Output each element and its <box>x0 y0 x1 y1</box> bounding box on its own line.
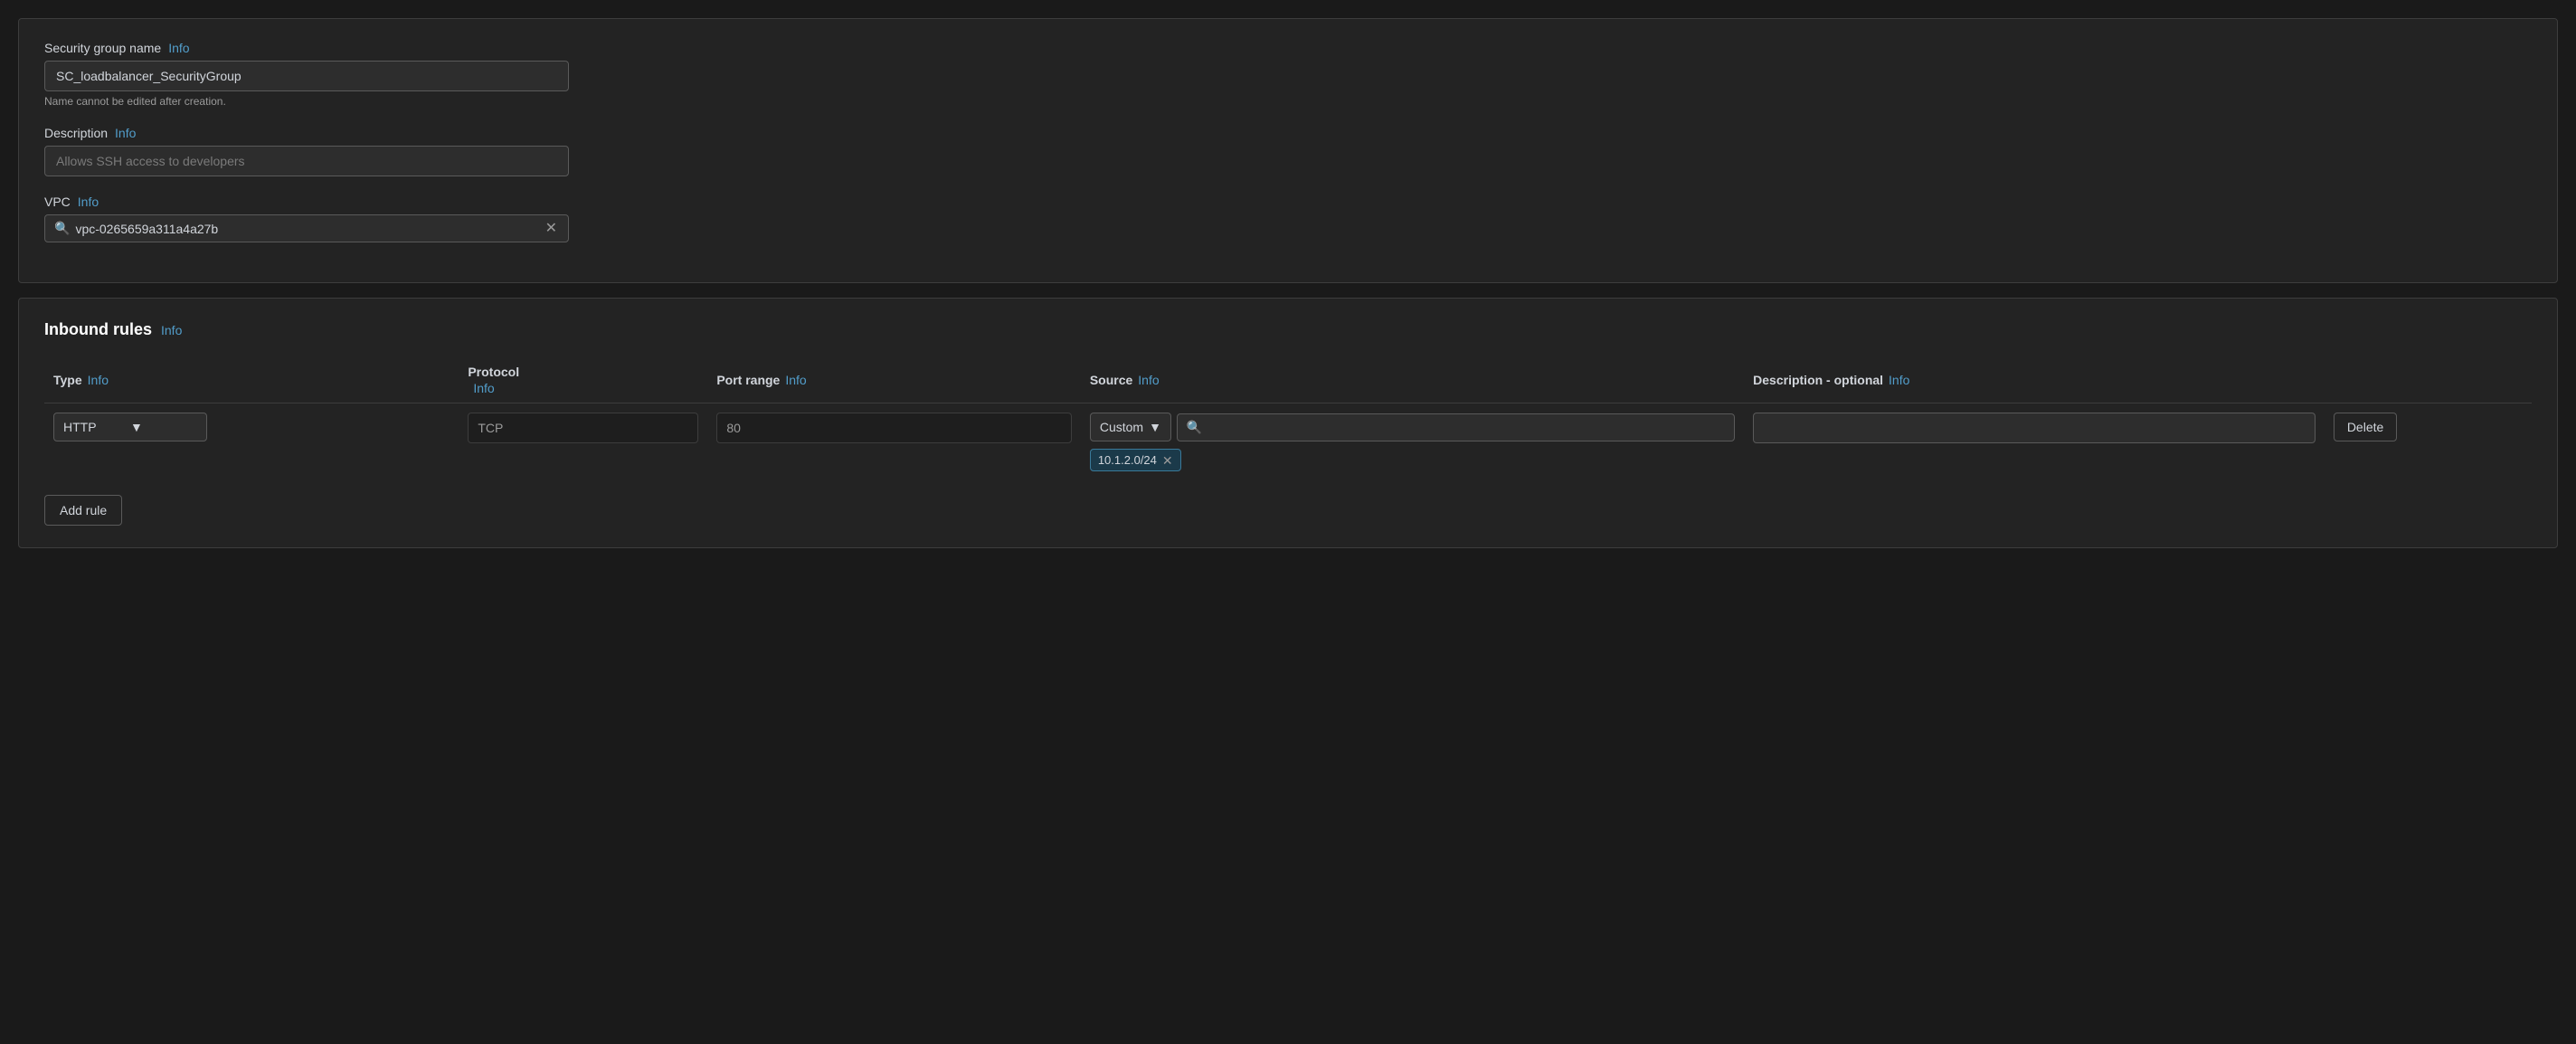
name-field-group: Security group name Info Name cannot be … <box>44 41 2532 108</box>
vpc-clear-button[interactable]: ✕ <box>544 222 559 236</box>
th-description-label: Description - optional <box>1753 373 1883 387</box>
th-protocol-info[interactable]: Info <box>473 381 698 395</box>
th-source-info[interactable]: Info <box>1138 373 1159 387</box>
th-description: Description - optional Info <box>1744 357 2325 403</box>
th-action <box>2325 357 2532 403</box>
cidr-tag-value: 10.1.2.0/24 <box>1098 453 1157 467</box>
th-type-label: Type <box>53 373 82 387</box>
vpc-label: VPC <box>44 195 71 209</box>
cidr-tag-row: 10.1.2.0/24 ✕ <box>1090 449 1735 471</box>
vpc-field-label: VPC Info <box>44 195 2532 209</box>
td-description <box>1744 403 2325 481</box>
delete-rule-button[interactable]: Delete <box>2334 413 2397 441</box>
security-group-name-info-link[interactable]: Info <box>168 41 189 55</box>
inbound-rules-title: Inbound rules Info <box>44 320 2532 339</box>
th-protocol-label: Protocol <box>468 365 698 379</box>
description-input[interactable] <box>44 146 569 176</box>
inbound-rules-title-text: Inbound rules <box>44 320 152 339</box>
th-type: Type Info <box>44 357 459 403</box>
vpc-search-input[interactable] <box>75 222 543 236</box>
security-group-name-label: Security group name <box>44 41 161 55</box>
vpc-search-icon: 🔍 <box>54 221 70 236</box>
inbound-rules-info-link[interactable]: Info <box>161 323 182 337</box>
description-info-link[interactable]: Info <box>115 126 136 140</box>
source-type-value: Custom <box>1100 420 1143 434</box>
port-range-value: 80 <box>716 413 1072 443</box>
td-type: HTTP ▼ <box>44 403 459 481</box>
source-top: Custom ▼ 🔍 <box>1090 413 1735 441</box>
table-header-row: Type Info Protocol Info Port range Info <box>44 357 2532 403</box>
th-protocol: Protocol Info <box>459 357 707 403</box>
vpc-input-wrapper: 🔍 ✕ <box>44 214 569 242</box>
type-value: HTTP <box>63 420 130 434</box>
source-dropdown-arrow: ▼ <box>1149 420 1161 434</box>
source-search-icon: 🔍 <box>1187 420 1202 435</box>
td-port-range: 80 <box>707 403 1081 481</box>
rule-description-input[interactable] <box>1753 413 2316 443</box>
security-group-section: Security group name Info Name cannot be … <box>18 18 2558 283</box>
security-group-name-input[interactable] <box>44 61 569 91</box>
td-delete: Delete <box>2325 403 2532 481</box>
inbound-rules-section: Inbound rules Info Type Info Protocol In… <box>18 298 2558 548</box>
th-description-info[interactable]: Info <box>1889 373 1909 387</box>
th-port-range-label: Port range <box>716 373 780 387</box>
name-field-label: Security group name Info <box>44 41 2532 55</box>
td-protocol: TCP <box>459 403 707 481</box>
source-search-wrapper: 🔍 <box>1177 413 1735 441</box>
description-field-label: Description Info <box>44 126 2532 140</box>
source-type-select[interactable]: Custom ▼ <box>1090 413 1171 441</box>
inbound-rules-table: Type Info Protocol Info Port range Info <box>44 357 2532 480</box>
th-source: Source Info <box>1081 357 1744 403</box>
cidr-tag: 10.1.2.0/24 ✕ <box>1090 449 1181 471</box>
name-hint-text: Name cannot be edited after creation. <box>44 95 2532 108</box>
protocol-value: TCP <box>468 413 698 443</box>
type-dropdown-arrow: ▼ <box>130 420 197 434</box>
th-source-label: Source <box>1090 373 1132 387</box>
th-port-range-info[interactable]: Info <box>785 373 806 387</box>
vpc-field-group: VPC Info 🔍 ✕ <box>44 195 2532 242</box>
source-search-input[interactable] <box>1206 420 1725 434</box>
th-type-info[interactable]: Info <box>88 373 109 387</box>
cidr-tag-remove-button[interactable]: ✕ <box>1162 454 1173 467</box>
description-label: Description <box>44 126 108 140</box>
add-rule-button[interactable]: Add rule <box>44 495 122 526</box>
vpc-info-link[interactable]: Info <box>78 195 99 209</box>
source-wrapper: Custom ▼ 🔍 10.1.2.0/24 ✕ <box>1090 413 1735 471</box>
table-row: HTTP ▼ TCP 80 Custom <box>44 403 2532 481</box>
td-source: Custom ▼ 🔍 10.1.2.0/24 ✕ <box>1081 403 1744 481</box>
description-field-group: Description Info <box>44 126 2532 176</box>
type-select[interactable]: HTTP ▼ <box>53 413 207 441</box>
th-port-range: Port range Info <box>707 357 1081 403</box>
